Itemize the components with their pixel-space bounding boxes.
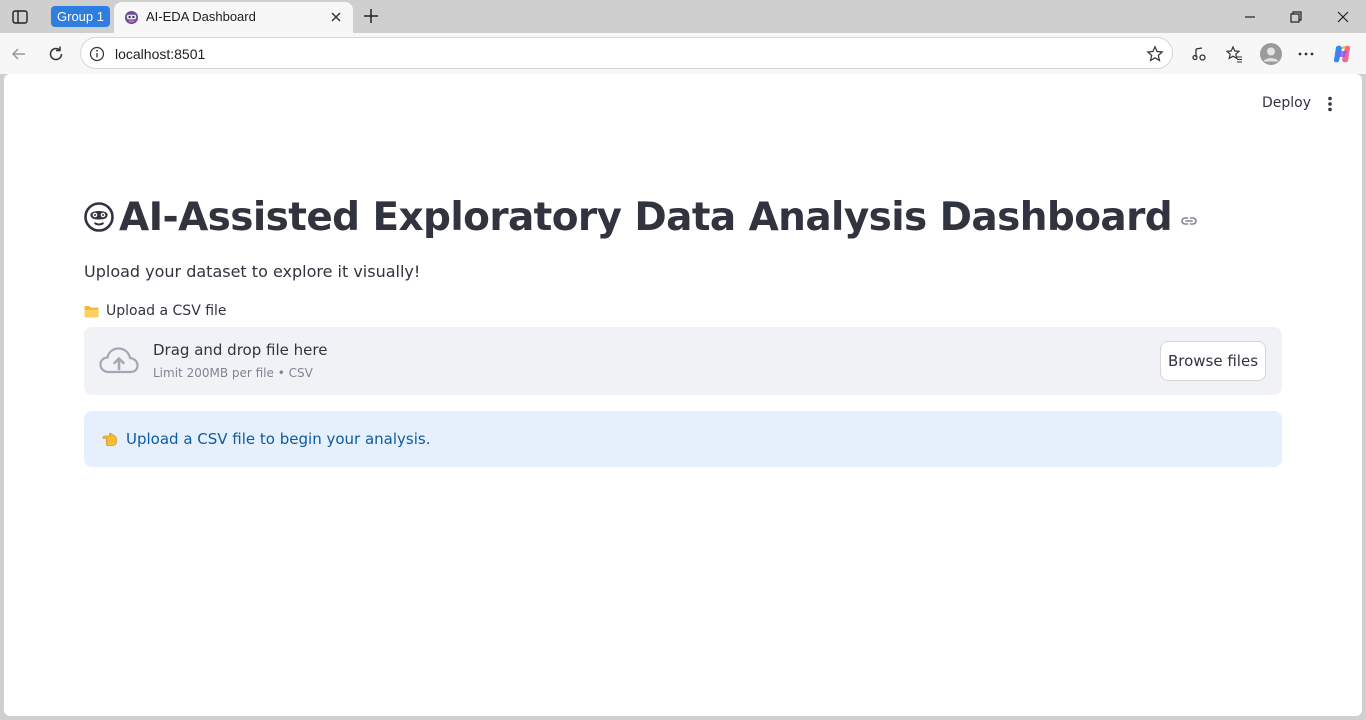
main-menu-icon[interactable] [1322, 95, 1338, 113]
browse-files-button[interactable]: Browse files [1160, 341, 1266, 381]
profile-avatar[interactable] [1258, 41, 1284, 67]
back-icon[interactable] [8, 43, 30, 65]
dropzone-instructions: Drag and drop file here [153, 341, 328, 359]
tab-favicon-icon [124, 10, 139, 25]
tab-close-icon[interactable] [329, 10, 343, 24]
cloud-upload-icon [99, 347, 139, 374]
link-anchor-icon[interactable] [1180, 212, 1198, 230]
info-alert: Upload a CSV file to begin your analysis… [84, 411, 1282, 467]
browser-toolbar: localhost:8501 [0, 33, 1366, 74]
copilot-icon[interactable] [1331, 43, 1353, 65]
reload-icon[interactable] [45, 43, 67, 65]
address-bar[interactable]: localhost:8501 [80, 37, 1173, 69]
active-tab[interactable]: AI-EDA Dashboard [114, 2, 353, 33]
uploader-label: Upload a CSV file [84, 303, 1282, 319]
deploy-button[interactable]: Deploy [1262, 95, 1311, 111]
file-dropzone[interactable]: Drag and drop file here Limit 200MB per … [84, 327, 1282, 395]
restore-icon[interactable] [1286, 7, 1306, 27]
url-text[interactable]: localhost:8501 [115, 46, 205, 62]
window-close-icon[interactable] [1333, 7, 1353, 27]
more-options-icon[interactable] [1295, 43, 1317, 65]
page-title: AI-Assisted Exploratory Data Analysis Da… [119, 194, 1173, 240]
pointing-hand-icon [102, 432, 117, 446]
site-info-icon[interactable] [89, 46, 105, 62]
page-subtitle: Upload your dataset to explore it visual… [84, 262, 421, 281]
page-title-row: AI-Assisted Exploratory Data Analysis Da… [84, 187, 1282, 247]
main-content: AI-Assisted Exploratory Data Analysis Da… [84, 187, 1282, 467]
page-viewport: Deploy AI-Assisted Exploratory Data Anal… [4, 74, 1362, 716]
info-alert-text: Upload a CSV file to begin your analysis… [126, 430, 431, 448]
tab-group-chip[interactable]: Group 1 [51, 6, 110, 27]
new-tab-icon[interactable] [361, 6, 381, 26]
tab-strip: Group 1 AI-EDA Dashboard [0, 0, 1366, 33]
minimize-icon[interactable] [1240, 7, 1260, 27]
media-control-icon[interactable] [1188, 43, 1210, 65]
favorite-star-icon[interactable] [1146, 45, 1164, 63]
uploader-label-text: Upload a CSV file [106, 303, 227, 319]
tab-actions-icon[interactable] [8, 6, 32, 28]
favorites-icon[interactable] [1223, 43, 1245, 65]
folder-icon [84, 305, 99, 317]
face-emoji-icon [84, 202, 114, 232]
dropzone-limit-text: Limit 200MB per file • CSV [153, 366, 313, 380]
tab-title: AI-EDA Dashboard [146, 9, 256, 24]
